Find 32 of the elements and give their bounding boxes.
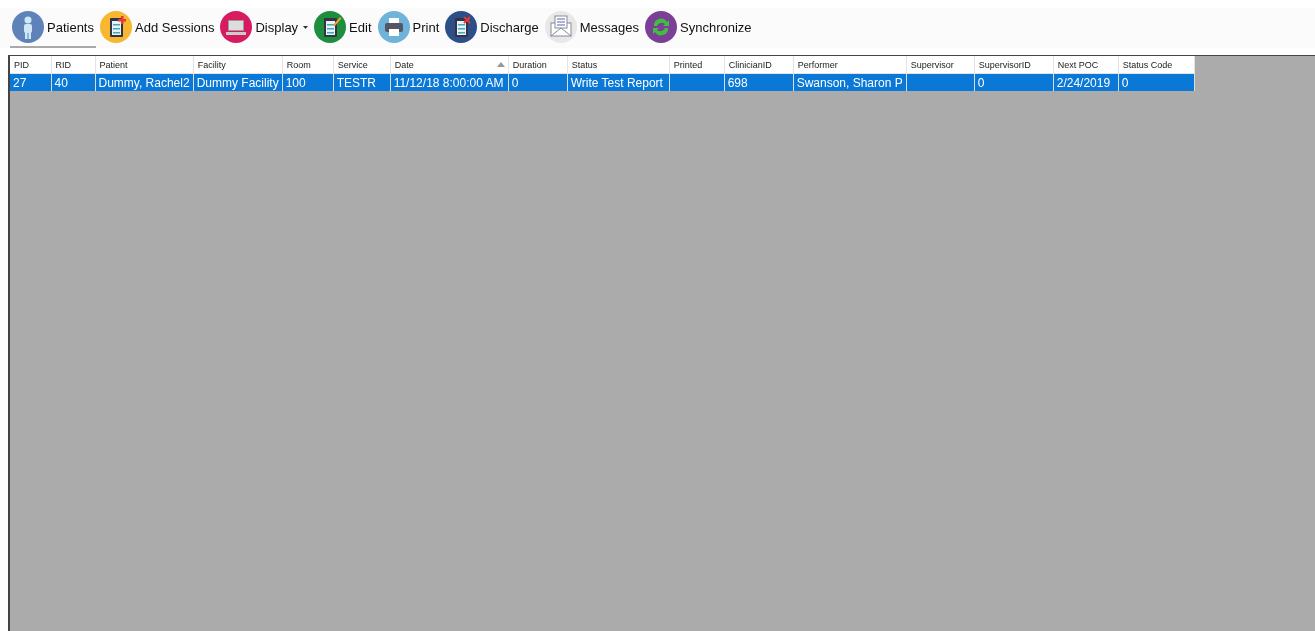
toolbar-button[interactable]: Display (218, 8, 311, 48)
toolbar-button[interactable]: Synchronize (643, 8, 754, 48)
sync-icon (645, 11, 678, 43)
column-header[interactable]: Next POC (1053, 56, 1119, 74)
printer-icon (377, 11, 410, 43)
toolbar-button[interactable]: Discharge (443, 8, 541, 48)
column-header[interactable]: Performer (793, 56, 907, 74)
toolbar-button[interactable]: Edit (312, 8, 374, 48)
column-header[interactable]: Duration (508, 56, 568, 74)
column-header[interactable]: Facility (193, 56, 283, 74)
column-header[interactable]: Printed (669, 56, 725, 74)
toolbar-button[interactable]: Messages (542, 8, 642, 48)
column-header[interactable]: Status (567, 56, 670, 74)
column-header[interactable]: Room (282, 56, 334, 74)
toolbar-button[interactable]: Patients (10, 8, 96, 48)
column-header[interactable]: Patient (95, 56, 194, 74)
toolbar-button[interactable]: Add Sessions (98, 8, 217, 48)
column-header[interactable]: ClinicianID (724, 56, 794, 74)
column-header[interactable]: RID (51, 56, 95, 74)
column-header[interactable]: Supervisor (906, 56, 975, 74)
column-header[interactable]: SupervisorID (974, 56, 1054, 74)
clipboard-pencil-icon (314, 11, 347, 43)
column-header[interactable]: Service (333, 56, 391, 74)
toolbar-button[interactable]: Print (375, 8, 442, 48)
column-header[interactable]: Date (390, 56, 509, 74)
monitor-icon (220, 11, 253, 43)
clipboard-cross-icon (445, 11, 478, 43)
column-header[interactable]: Status Code (1118, 56, 1195, 74)
column-header[interactable]: PID (10, 56, 51, 74)
person-icon (12, 11, 44, 43)
envelope-icon (544, 11, 577, 43)
clipboard-plus-icon (100, 11, 132, 43)
